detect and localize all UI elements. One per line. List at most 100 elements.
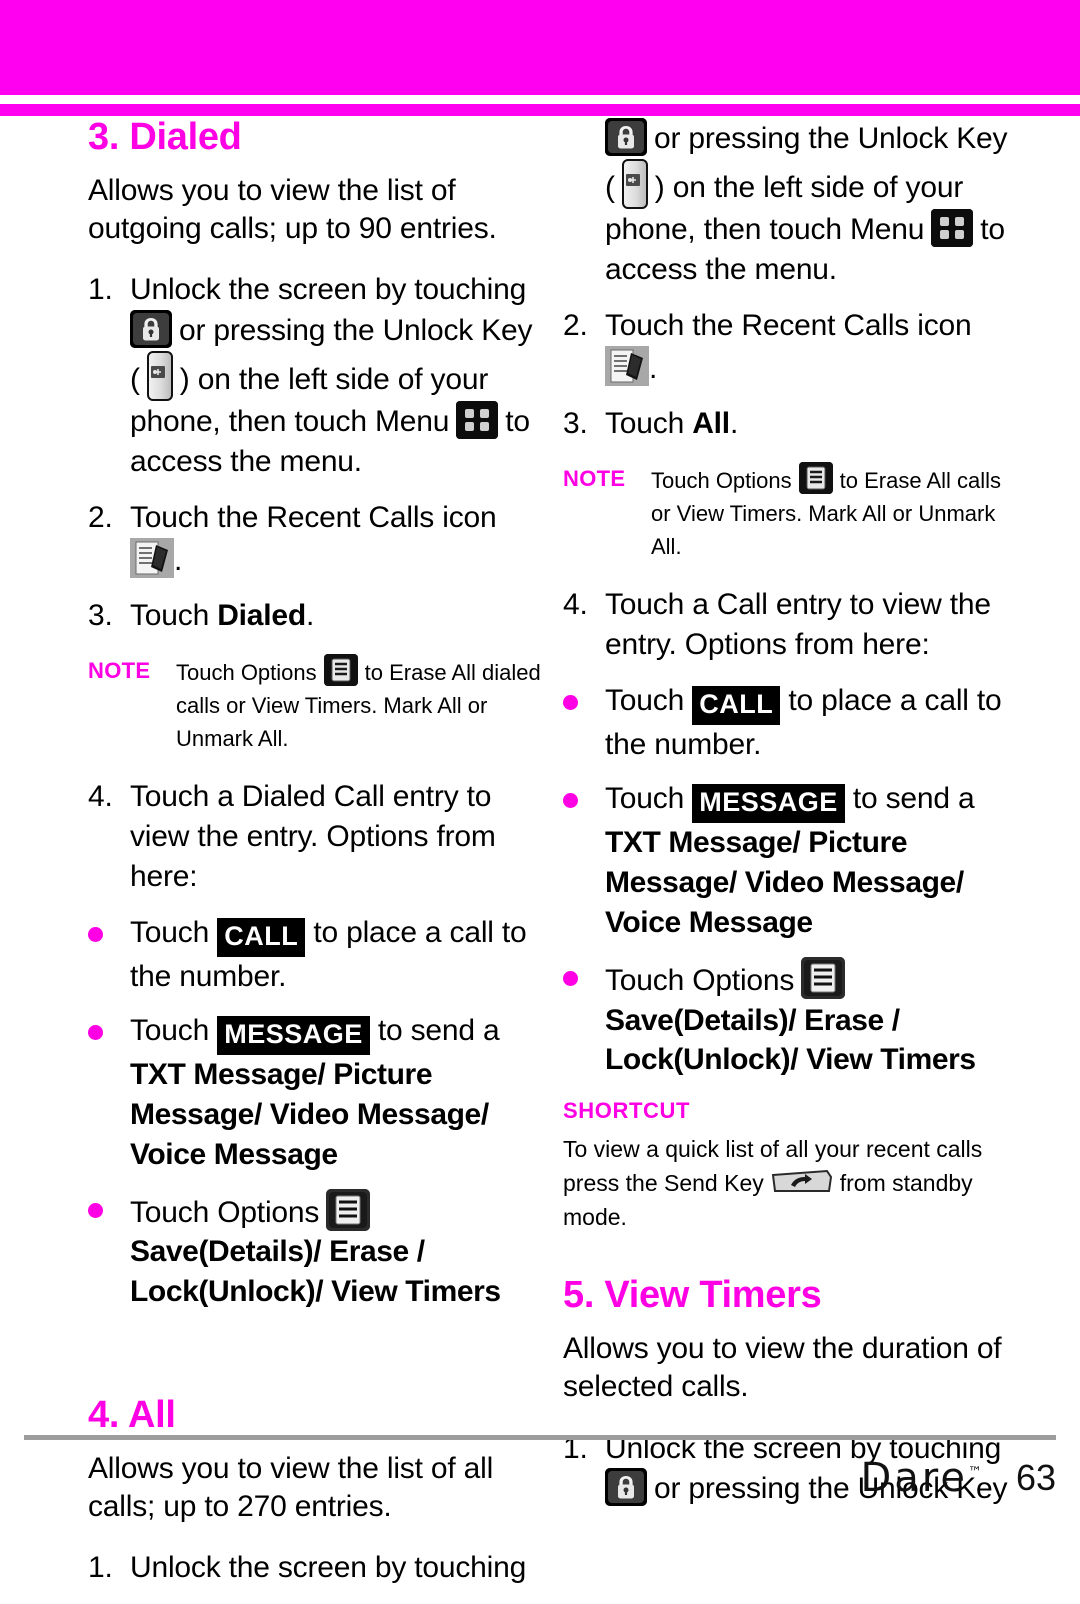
shortcut-text: To view a quick list of all your recent …	[563, 1132, 1018, 1234]
dialed-bullet-message: Touch MESSAGE to send a TXT Message/ Pict…	[88, 1011, 543, 1175]
all-step-1: 1. Unlock the screen by touching	[88, 1548, 543, 1588]
trademark-symbol: ™	[967, 1464, 982, 1481]
right-column: or pressing the Unlock Key () on the left…	[563, 118, 1018, 1525]
bullet-text-a: Touch	[130, 1013, 210, 1047]
page-title-view-timers: 5. View Timers	[563, 1274, 822, 1317]
all-bullet-call: Touch CALL to place a call to the number…	[563, 681, 1018, 765]
bullet-body: Touch CALL to place a call to the number…	[605, 681, 1018, 765]
note-block-dialed: NOTE Touch Options to Erase All dialed ca…	[88, 654, 543, 755]
dialed-bullet-options: Touch Options Save(Details)/ Erase / Lock…	[88, 1188, 543, 1313]
step1-text-a: Unlock the screen by touching	[130, 273, 527, 307]
send-key-icon	[771, 1169, 833, 1195]
dialed-step-3: 3. Touch Dialed.	[88, 596, 543, 636]
menu-grid-icon	[931, 208, 974, 247]
note-text-a: Touch Options	[651, 468, 792, 494]
footer-divider	[24, 1435, 1056, 1440]
cont-text-b: (	[605, 170, 615, 204]
bullet-text-b: to send a	[377, 1013, 500, 1047]
bullet-body: Touch CALL to place a call to the number…	[130, 913, 543, 997]
step-body: Unlock the screen by touching	[130, 1551, 527, 1585]
call-key-badge[interactable]: CALL	[692, 686, 781, 726]
step2-text-a: Touch the Recent Calls icon	[130, 500, 497, 534]
all-bullet-options: Touch Options Save(Details)/ Erase / Lock…	[563, 956, 1018, 1081]
step3-text-a: Touch	[130, 599, 210, 633]
note-tag: NOTE	[88, 658, 151, 684]
bullet-dot	[563, 779, 605, 943]
dialed-step-1: 1. Unlock the screen by touching or press…	[88, 270, 543, 482]
page-title-dialed: 3. Dialed	[88, 116, 242, 158]
step-number: 3.	[563, 407, 588, 441]
step3-bold-target: All	[692, 407, 730, 441]
options-list-icon	[801, 956, 846, 999]
recent-calls-icon	[605, 345, 649, 386]
bullet-dot	[88, 1189, 130, 1313]
all-bullet-message: Touch MESSAGE to send a TXT Message/ Pict…	[563, 779, 1018, 943]
step-body: Touch the Recent Calls icon.	[130, 498, 543, 581]
bullet-dot	[88, 1011, 130, 1175]
unlock-key-icon	[621, 158, 648, 209]
step-body: or pressing the Unlock Key () on the left…	[605, 118, 1018, 290]
message-key-badge[interactable]: MESSAGE	[692, 784, 845, 824]
bullet-dot	[563, 957, 605, 1081]
lock-icon	[605, 118, 647, 156]
step-body: Touch All.	[605, 404, 1018, 444]
step3-text-b: .	[306, 599, 315, 633]
all-step-4: 4. Touch a Call entry to view the entry.…	[563, 585, 1018, 665]
dialed-step-4: 4. Touch a Dialed Call entry to view the…	[88, 777, 543, 897]
page-number: 63	[1015, 1457, 1056, 1498]
step-body: Unlock the screen by touching or pressing…	[130, 270, 543, 482]
recent-calls-icon	[130, 537, 174, 578]
options-list-icon	[798, 462, 833, 495]
step1-text-c: (	[130, 362, 140, 396]
all-step-2: 2. Touch the Recent Calls icon.	[563, 306, 1018, 389]
bullet-body: Touch MESSAGE to send a TXT Message/ Pict…	[605, 779, 1018, 943]
dialed-step-2: 2. Touch the Recent Calls icon.	[88, 498, 543, 581]
bullet-body: Touch Options Save(Details)/ Erase / Lock…	[130, 1188, 543, 1313]
lock-icon	[130, 309, 172, 348]
bullet-text-b: to send a	[852, 782, 975, 816]
shortcut-tag: SHORTCUT	[563, 1098, 691, 1124]
step-number: 4.	[563, 588, 588, 622]
note-tag: NOTE	[563, 466, 626, 492]
brand-logo: Dare™	[860, 1455, 982, 1501]
bullet-body: Touch MESSAGE to send a TXT Message/ Pict…	[130, 1011, 543, 1175]
note-text: Touch Options to Erase All calls or View …	[651, 462, 1018, 563]
cont-text-c: ) on the left side of your phone, then t…	[605, 170, 964, 246]
step-number: 1.	[88, 273, 113, 307]
bullet-body: Touch Options Save(Details)/ Erase / Lock…	[605, 956, 1018, 1081]
message-key-badge[interactable]: MESSAGE	[217, 1015, 370, 1055]
step-number: 2.	[88, 500, 113, 534]
step2-text-b: .	[649, 351, 658, 385]
step3-text-a: Touch	[605, 407, 685, 441]
options-list-icon	[323, 654, 358, 687]
step2-text-a: Touch the Recent Calls icon	[605, 308, 972, 342]
message-types-list: TXT Message/ Picture Message/ Video Mess…	[605, 826, 964, 939]
step-body: Touch a Dialed Call entry to view the en…	[130, 780, 496, 894]
brand-name: Dare	[860, 1455, 968, 1501]
page-footer: Dare™ 63	[0, 1455, 1056, 1501]
options-list-text: Save(Details)/ Erase / Lock(Unlock)/ Vie…	[130, 1235, 501, 1309]
step2-text-b: .	[174, 543, 183, 577]
header-magenta-rule	[0, 104, 1080, 116]
bullet-text-a: Touch	[605, 782, 685, 816]
bullet-text-a: Touch	[605, 684, 685, 718]
options-list-icon	[326, 1188, 371, 1231]
page-content: 3. Dialed Allows you to view the list of…	[0, 116, 1080, 1584]
unlock-key-icon	[146, 350, 173, 401]
step3-bold-target: Dialed	[217, 599, 307, 633]
step3-text-b: .	[729, 407, 739, 441]
bullet-dot	[563, 681, 605, 765]
step1-text-d: ) on the left side of your phone, then t…	[130, 362, 489, 438]
step-body: Touch Dialed.	[130, 596, 543, 636]
step-number: 4.	[88, 780, 113, 814]
note-text: Touch Options to Erase All dialed calls o…	[176, 654, 543, 755]
dialed-bullet-call: Touch CALL to place a call to the number…	[88, 913, 543, 997]
cont-text-a: or pressing the Unlock Key	[654, 122, 1008, 155]
bullet-dot	[88, 913, 130, 997]
bullet-text-a: Touch	[130, 915, 210, 949]
bullet-text-a: Touch Options	[605, 963, 795, 997]
call-key-badge[interactable]: CALL	[217, 917, 306, 957]
all-step-1-continued: or pressing the Unlock Key () on the left…	[563, 118, 1018, 290]
